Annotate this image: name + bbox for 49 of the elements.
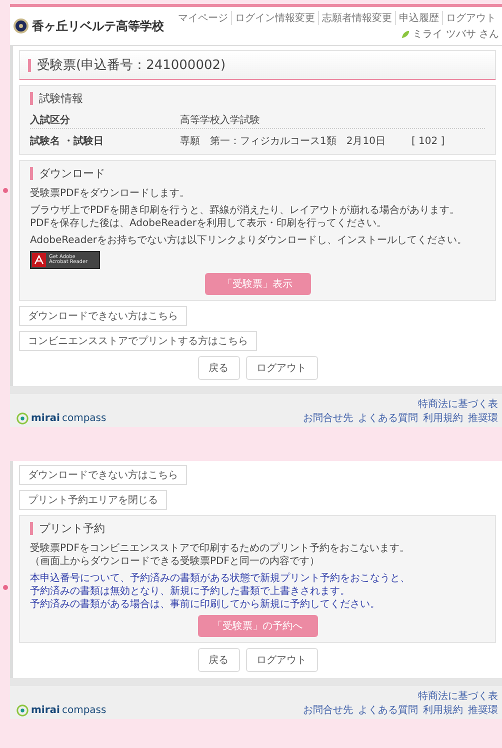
- section-heading: ダウンロード: [39, 166, 105, 181]
- notice-text: 本申込番号について、予約済みの書類がある状態で新規プリント予約をおこなうと、: [30, 572, 410, 585]
- footer-link[interactable]: よくある質問: [358, 411, 418, 425]
- footer-link[interactable]: お問合せ先: [303, 703, 353, 717]
- section-heading: 試験情報: [39, 91, 83, 106]
- instruction-text: （画面上からダウンロードできる受験票PDFと同一の内容です）: [30, 555, 320, 568]
- footer-link[interactable]: 特商法に基づく表: [418, 397, 498, 411]
- footer-link[interactable]: 利用規約: [423, 703, 463, 717]
- nav-button[interactable]: 戻る: [198, 648, 240, 672]
- instruction-text: 受験票PDFをコンビニエンスストアで印刷するためのプリント予約をおこないます。: [30, 542, 410, 555]
- leaf-icon: [400, 30, 410, 38]
- nav-link[interactable]: 申込履歴: [395, 11, 442, 25]
- info-value: 高等学校入学試験: [180, 114, 260, 127]
- option-button[interactable]: コンビニエンスストアでプリントする方はこちら: [19, 331, 257, 351]
- footer-link[interactable]: 利用規約: [423, 411, 463, 425]
- miraicompass-logo: mirai compass: [16, 412, 106, 425]
- footer-link[interactable]: よくある質問: [358, 703, 418, 717]
- footer-link[interactable]: 推奨環: [468, 411, 498, 425]
- info-label: 試験名 ・試験日: [30, 134, 104, 148]
- nav-button[interactable]: ログアウト: [246, 356, 318, 380]
- section-heading: プリント予約: [39, 521, 105, 536]
- instruction-text: AdobeReaderをお持ちでない方は以下リンクよりダウンロードし、インストールしてください。: [30, 234, 468, 247]
- instruction-text: PDFを保存した後は、AdobeReaderを利用して表示・印刷を行ってください。: [30, 217, 387, 230]
- option-button[interactable]: ダウンロードできない方はこちら: [19, 465, 187, 485]
- nav-button[interactable]: 戻る: [198, 356, 240, 380]
- option-button[interactable]: プリント予約エリアを閉じる: [19, 490, 167, 510]
- marker-dot: [3, 188, 8, 193]
- school-crest-icon: [13, 18, 29, 34]
- nav-button[interactable]: ログアウト: [246, 648, 318, 672]
- info-label: 入試区分: [30, 114, 71, 127]
- miraicompass-logo: mirai compass: [16, 704, 106, 717]
- notice-text: 予約済みの書類がある場合は、事前に印刷してから新規に予約してください。: [30, 598, 380, 611]
- page-title: 受験票(申込番号：241000002): [37, 57, 226, 74]
- footer-link[interactable]: 特商法に基づく表: [418, 689, 498, 703]
- nav-link[interactable]: ログイン情報変更: [231, 11, 318, 25]
- school-name: 香ヶ丘リベルテ高等学校: [32, 18, 165, 34]
- room-number: [ 102 ]: [411, 136, 445, 147]
- footer-link[interactable]: 推奨環: [468, 703, 498, 717]
- nav-link[interactable]: 志願者情報変更: [318, 11, 395, 25]
- nav-link[interactable]: マイページ: [175, 11, 231, 25]
- footer-link[interactable]: お問合せ先: [303, 411, 353, 425]
- info-value: 専願 第一：フィジカルコース1類 2月10日: [180, 134, 386, 148]
- marker-dot: [3, 585, 8, 590]
- nav-link[interactable]: ログアウト: [442, 11, 499, 25]
- user-name: ミライ ツバサ さん: [412, 28, 499, 41]
- notice-text: 予約済みの書類は無効となり、新規に予約した書類で上書きされます。: [30, 585, 350, 598]
- instruction-text: 受験票PDFをダウンロードします。: [30, 187, 190, 200]
- instruction-text: ブラウザ上でPDFを開き印刷を行うと、罫線が消えたり、レイアウトが崩れる場合があります。: [30, 204, 460, 217]
- option-button[interactable]: ダウンロードできない方はこちら: [19, 306, 187, 326]
